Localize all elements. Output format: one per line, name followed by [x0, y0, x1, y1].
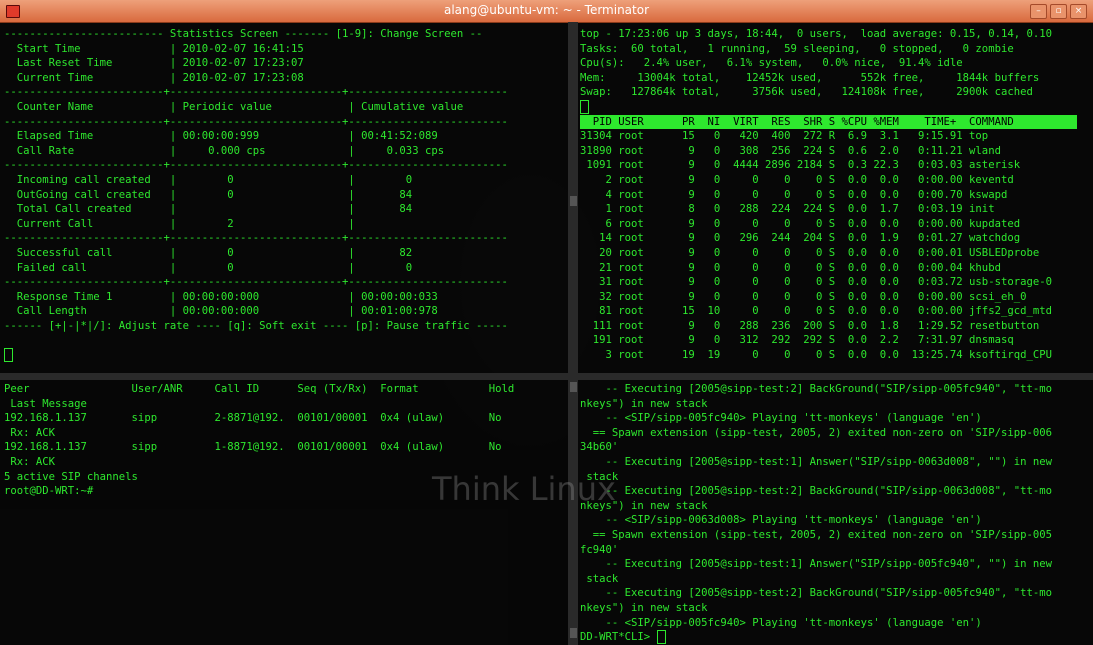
stats-line: Failed call | 0 | 0: [4, 261, 413, 274]
top-summary-line: Swap: 127864k total, 3756k used, 124108k…: [580, 86, 1033, 99]
stats-line: ------ [+|-|*|/]: Adjust rate ---- [q]: …: [4, 319, 508, 332]
top-summary-line: Mem: 13004k total, 12452k used, 552k fre…: [580, 71, 1040, 84]
process-row: 21 root 9 0 0 0 0 S 0.0 0.0 0:00.04 khub…: [580, 261, 1001, 274]
process-row: 4 root 9 0 0 0 0 S 0.0 0.0 0:00.70 kswap…: [580, 188, 1008, 201]
log-line: -- Executing [2005@sipp-test:2] BackGrou…: [580, 485, 1052, 498]
cli-prompt: DD-WRT*CLI>: [580, 631, 657, 644]
log-line: -- <SIP/sipp-005fc940> Playing 'tt-monke…: [580, 616, 982, 629]
stats-line: Total Call created | | 84: [4, 203, 413, 216]
terminator-window: alang@ubuntu-vm: ~ - Terminator – ▫ × --…: [0, 0, 1093, 645]
sip-line: Last Message: [4, 397, 87, 410]
log-line: == Spawn extension (sipp-test, 2005, 2) …: [580, 426, 1052, 439]
stats-line: Incoming call created | 0 | 0: [4, 173, 413, 186]
process-row: 3 root 19 19 0 0 0 S 0.0 0.0 13:25.74 ks…: [580, 349, 1052, 362]
process-row: 31 root 9 0 0 0 0 S 0.0 0.0 0:03.72 usb-…: [580, 276, 1052, 289]
stats-line: Response Time 1 | 00:00:00:000 | 00:00:0…: [4, 290, 438, 303]
process-row: 14 root 9 0 296 244 204 S 0.0 1.9 0:01.2…: [580, 232, 1021, 245]
asterisk-cli-pane[interactable]: -- Executing [2005@sipp-test:2] BackGrou…: [578, 380, 1093, 645]
stats-line: -------------------------+--------------…: [4, 159, 508, 172]
log-line: -- Executing [2005@sipp-test:1] Answer("…: [580, 455, 1052, 468]
process-row: 6 root 9 0 0 0 0 S 0.0 0.0 0:00.00 kupda…: [580, 217, 1021, 230]
process-row: 81 root 15 10 0 0 0 S 0.0 0.0 0:00.00 jf…: [580, 305, 1052, 318]
sip-line: Rx: ACK: [4, 426, 56, 439]
stats-line: -------------------------+--------------…: [4, 276, 508, 289]
process-row: 31304 root 15 0 420 400 272 R 6.9 3.1 9:…: [580, 130, 989, 143]
terminal-cursor: [656, 630, 666, 645]
stats-line: -------------------------+--------------…: [4, 232, 508, 245]
window-title: alang@ubuntu-vm: ~ - Terminator: [443, 3, 650, 17]
terminal-cursor: [4, 348, 13, 363]
title-bar[interactable]: alang@ubuntu-vm: ~ - Terminator – ▫ ×: [0, 0, 1093, 23]
stats-line: Elapsed Time | 00:00:00:999 | 00:41:52:0…: [4, 130, 438, 143]
process-row: 1 root 8 0 288 224 224 S 0.0 1.7 0:03.19…: [580, 203, 995, 216]
scrollbar-handle[interactable]: [570, 382, 577, 392]
stats-line: ------------------------- Statistics Scr…: [4, 28, 483, 40]
log-line: -- <SIP/sipp-0063d008> Playing 'tt-monke…: [580, 514, 982, 527]
think-linux-watermark: Think Linux: [432, 470, 616, 508]
stats-line: Current Call | 2 |: [4, 217, 355, 230]
sip-channels-pane[interactable]: Peer User/ANR Call ID Seq (Tx/Rx) Format…: [0, 380, 568, 645]
maximize-button[interactable]: ▫: [1050, 4, 1067, 19]
log-line: stack: [580, 572, 619, 585]
log-line: -- Executing [2005@sipp-test:2] BackGrou…: [580, 383, 1052, 395]
sip-line: 192.168.1.137 sipp 1-8871@192. 00101/000…: [4, 441, 502, 454]
minimize-button[interactable]: –: [1030, 4, 1047, 19]
stats-line: -------------------------+--------------…: [4, 115, 508, 128]
sipp-stats-pane[interactable]: ------------------------- Statistics Scr…: [0, 23, 568, 373]
log-line: == Spawn extension (sipp-test, 2005, 2) …: [580, 528, 1052, 541]
right-horizontal-splitter[interactable]: [578, 373, 1093, 380]
scrollbar-handle[interactable]: [570, 628, 577, 638]
process-row: 2 root 9 0 0 0 0 S 0.0 0.0 0:00.00 keven…: [580, 173, 1014, 186]
log-line: -- Executing [2005@sipp-test:2] BackGrou…: [580, 587, 1052, 600]
asterisk-log: -- Executing [2005@sipp-test:2] BackGrou…: [580, 382, 1052, 645]
stats-line: OutGoing call created | 0 | 84: [4, 188, 413, 201]
log-line: 34b60': [580, 441, 619, 454]
process-row: 20 root 9 0 0 0 0 S 0.0 0.0 0:00.01 USBL…: [580, 246, 1040, 259]
top-summary-line: Tasks: 60 total, 1 running, 59 sleeping,…: [580, 42, 1014, 55]
stats-line: -------------------------+--------------…: [4, 86, 508, 99]
shell-prompt: root@DD-WRT:~#: [4, 485, 94, 498]
stats-line: Current Time | 2010-02-07 17:23:08: [4, 71, 304, 84]
top-summary-line: Cpu(s): 2.4% user, 6.1% system, 0.0% nic…: [580, 57, 963, 70]
process-row: 31890 root 9 0 308 256 224 S 0.6 2.0 0:1…: [580, 144, 1001, 157]
stats-line: Call Length | 00:00:00:000 | 00:01:00:97…: [4, 305, 438, 318]
sip-line: Rx: ACK: [4, 455, 56, 468]
sip-line: 192.168.1.137 sipp 2-8871@192. 00101/000…: [4, 412, 502, 425]
log-line: nkeys") in new stack: [580, 397, 708, 410]
top-pane[interactable]: top - 17:23:06 up 3 days, 18:44, 0 users…: [578, 23, 1093, 373]
terminal-cursor: [580, 99, 589, 114]
stats-line: Successful call | 0 | 82: [4, 246, 413, 259]
process-table-header: PID USER PR NI VIRT RES SHR S %CPU %MEM …: [580, 114, 1078, 130]
process-row: 111 root 9 0 288 236 200 S 0.0 1.8 1:29.…: [580, 319, 1040, 332]
vertical-pane-splitter[interactable]: [568, 22, 578, 645]
process-row: 1091 root 9 0 4444 2896 2184 S 0.3 22.3 …: [580, 159, 1021, 172]
scrollbar-handle[interactable]: [570, 196, 577, 206]
stats-line: Call Rate | 0.000 cps | 0.033 cps: [4, 144, 445, 157]
log-line: fc940': [580, 543, 619, 556]
close-button[interactable]: ×: [1070, 4, 1087, 19]
log-line: nkeys") in new stack: [580, 601, 708, 614]
process-row: 191 root 9 0 312 292 292 S 0.0 2.2 7:31.…: [580, 334, 1014, 347]
stats-line: Last Reset Time | 2010-02-07 17:23:07: [4, 57, 304, 70]
stats-line: Start Time | 2010-02-07 16:41:15: [4, 42, 304, 55]
process-row: 32 root 9 0 0 0 0 S 0.0 0.0 0:00.00 scsi…: [580, 290, 1027, 303]
stats-line: Counter Name | Periodic value | Cumulati…: [4, 100, 464, 113]
left-horizontal-splitter[interactable]: [0, 373, 568, 380]
top-summary-line: top - 17:23:06 up 3 days, 18:44, 0 users…: [580, 28, 1052, 40]
sipp-stats-text: ------------------------- Statistics Scr…: [4, 27, 508, 363]
sip-line: 5 active SIP channels: [4, 470, 138, 483]
sip-line: Peer User/ANR Call ID Seq (Tx/Rx) Format…: [4, 383, 515, 395]
top-output: top - 17:23:06 up 3 days, 18:44, 0 users…: [580, 27, 1078, 363]
log-line: -- <SIP/sipp-005fc940> Playing 'tt-monke…: [580, 412, 982, 425]
log-line: -- Executing [2005@sipp-test:1] Answer("…: [580, 558, 1052, 571]
